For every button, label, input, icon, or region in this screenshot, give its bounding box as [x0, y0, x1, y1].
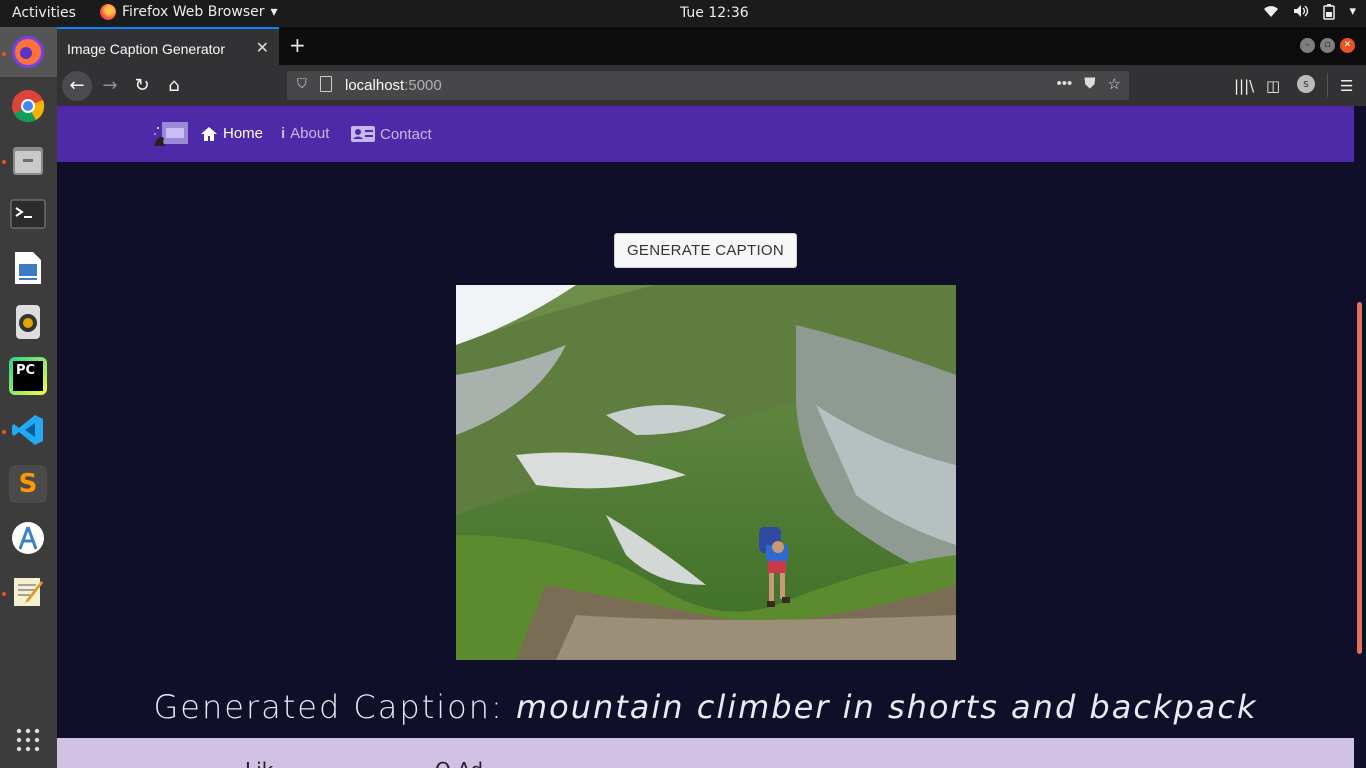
library-icon[interactable]: |||\ [1234, 77, 1254, 95]
sublime-icon: S [18, 469, 38, 499]
dock-android-studio[interactable] [9, 519, 47, 557]
activities-button[interactable]: Activities [12, 5, 76, 21]
page-actions-icon[interactable]: ••• [1057, 75, 1073, 93]
tab-title: Image Caption Generator [67, 41, 225, 57]
chevron-down-icon: ▾ [270, 4, 278, 20]
dock-firefox[interactable] [9, 33, 47, 71]
url-bar[interactable]: ⛉ localhost:5000 ••• ⛊ ☆ [287, 71, 1129, 100]
info-icon: i [281, 125, 286, 142]
battery-icon [1323, 4, 1336, 24]
page-info-icon[interactable] [320, 76, 332, 92]
files-icon [13, 147, 43, 175]
nav-home-link[interactable]: Home [200, 125, 263, 142]
nav-contact-link[interactable]: Contact [351, 125, 432, 143]
tracking-shield-icon[interactable]: ⛉ [297, 76, 307, 92]
terminal-icon [10, 199, 46, 229]
footer-text-fragment: Lik [245, 758, 273, 768]
wifi-icon [1263, 4, 1279, 24]
web-page: Home i About Contact GENERATE CAPTION Ge… [57, 106, 1354, 768]
home-button[interactable]: ⌂ [159, 71, 189, 101]
firefox-icon [100, 4, 116, 20]
running-indicator [2, 160, 6, 164]
volume-icon [1293, 4, 1309, 24]
close-tab-icon[interactable]: ✕ [256, 38, 269, 58]
dock-vscode[interactable] [9, 411, 47, 449]
url-text: localhost:5000 [345, 77, 442, 94]
dock-text-editor[interactable] [9, 573, 47, 611]
grid-icon [16, 728, 40, 752]
hamburger-menu-icon[interactable]: ☰ [1340, 77, 1353, 95]
show-applications-button[interactable] [9, 721, 47, 759]
toolbar-divider [1327, 73, 1328, 97]
new-tab-button[interactable]: + [289, 33, 306, 57]
pycharm-icon: PC [13, 361, 43, 391]
app-menu[interactable]: Firefox Web Browser ▾ [100, 4, 278, 20]
dock-chrome[interactable] [9, 87, 47, 125]
generate-caption-button[interactable]: GENERATE CAPTION [614, 233, 797, 268]
writer-icon [15, 252, 41, 284]
bookmark-star-icon[interactable]: ☆ [1108, 75, 1121, 93]
close-window-icon[interactable]: ✕ [1340, 38, 1355, 53]
forward-button[interactable]: → [95, 71, 125, 101]
page-scrollbar[interactable] [1354, 106, 1366, 768]
site-navbar: Home i About Contact [57, 106, 1354, 162]
pocket-icon[interactable]: ⛊ [1084, 75, 1095, 93]
scrollbar-thumb[interactable] [1357, 302, 1362, 654]
uploaded-image [456, 285, 956, 660]
dock-terminal[interactable] [9, 195, 47, 233]
music-icon [16, 305, 40, 339]
footer-text-fragment: O Ad [435, 758, 483, 768]
system-tray[interactable]: ▾ [1263, 4, 1356, 24]
back-button[interactable]: ← [62, 71, 92, 101]
sidebar-icon[interactable]: ◫ [1266, 77, 1280, 95]
address-card-icon [351, 126, 375, 142]
clock[interactable]: Tue 12:36 [680, 5, 749, 21]
running-indicator [2, 592, 6, 596]
vscode-icon [12, 415, 43, 445]
minimize-icon[interactable]: – [1300, 38, 1315, 53]
dock-writer[interactable] [9, 249, 47, 287]
gnome-top-bar: Activities Firefox Web Browser ▾ Tue 12:… [0, 0, 1366, 27]
home-icon [201, 126, 217, 141]
brand-logo[interactable] [152, 120, 190, 148]
footer-section: Lik O Ad [57, 738, 1354, 768]
text-editor-icon [14, 578, 43, 606]
nav-about-link[interactable]: i About [281, 125, 329, 142]
firefox-icon [12, 36, 44, 68]
system-menu-icon: ▾ [1349, 4, 1356, 19]
navigation-toolbar: ← → ↻ ⌂ ⛉ localhost:5000 ••• ⛊ ☆ |||\ ◫ … [57, 65, 1366, 106]
browser-tab[interactable]: Image Caption Generator ✕ [57, 27, 279, 65]
caption-label: Generated Caption: [153, 688, 504, 726]
running-indicator [2, 52, 6, 56]
nav-home-label: Home [223, 125, 264, 142]
app-menu-label: Firefox Web Browser [122, 4, 265, 20]
ubuntu-dock: PC S [0, 27, 57, 768]
tab-strip: Image Caption Generator ✕ + – ▫ ✕ [57, 27, 1366, 65]
caption-text: mountain climber in shorts and backpack [515, 688, 1258, 726]
nav-about-label: About [290, 125, 330, 142]
chrome-icon [12, 90, 45, 123]
maximize-icon[interactable]: ▫ [1320, 38, 1335, 53]
dock-files[interactable] [9, 141, 47, 179]
running-indicator [2, 430, 6, 434]
dock-pycharm[interactable]: PC [9, 357, 47, 395]
reload-button[interactable]: ↻ [127, 71, 157, 101]
account-avatar[interactable]: s [1297, 75, 1315, 93]
generated-caption: Generated Caption: mountain climber in s… [57, 688, 1354, 726]
android-studio-icon [12, 522, 44, 554]
firefox-window: Image Caption Generator ✕ + – ▫ ✕ ← → ↻ … [57, 27, 1366, 768]
dock-rhythmbox[interactable] [9, 303, 47, 341]
dock-sublime[interactable]: S [9, 465, 47, 503]
nav-contact-label: Contact [380, 125, 432, 143]
